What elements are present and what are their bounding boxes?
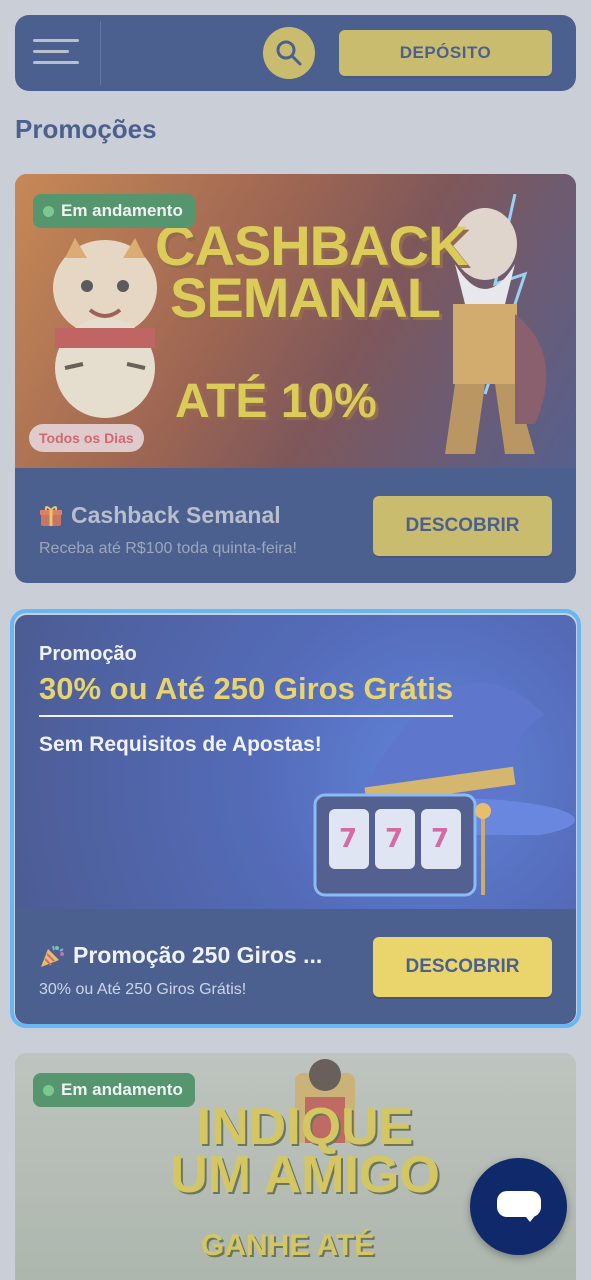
party-popper-icon <box>41 945 64 967</box>
banner-subheading: GANHE ATÉ <box>201 1229 375 1262</box>
banner-highlight: ATÉ 10% <box>175 375 377 428</box>
svg-text:7: 7 <box>339 824 357 854</box>
banner-heading: CASHBACK SEMANAL <box>155 214 468 329</box>
slot-machine-illustration: 7 7 7 <box>313 793 491 897</box>
header-divider <box>100 21 101 85</box>
banner-heading: INDIQUE UM AMIGO <box>170 1098 440 1204</box>
banner-label: Promoção <box>39 643 137 665</box>
promo-card-cashback[interactable]: CASHBACK SEMANAL ATÉ 10% Em andamento To… <box>15 174 576 583</box>
svg-text:7: 7 <box>431 824 449 854</box>
banner-heading: 30% ou Até 250 Giros Grátis <box>39 671 454 717</box>
discover-button[interactable]: DESCOBRIR <box>373 496 552 556</box>
status-badge-label: Em andamento <box>61 201 183 220</box>
promo-title: Promoção 250 Giros ... <box>39 942 322 969</box>
top-navigation-bar: DEPÓSITO <box>15 15 576 91</box>
status-badge-label: Em andamento <box>61 1080 183 1099</box>
tiger-mascot-illustration <box>53 238 157 418</box>
page-title: Promoções <box>15 114 157 144</box>
promo-title-text: Promoção 250 Giros ... <box>73 942 323 968</box>
banner-subheading: Sem Requisitos de Apostas! <box>39 733 322 756</box>
promo-subtitle: Receba até R$100 toda quinta-feira! <box>39 540 297 557</box>
discover-button[interactable]: DESCOBRIR <box>373 937 552 997</box>
chat-bubble-tail <box>522 1212 538 1222</box>
status-dot-icon <box>43 1085 54 1096</box>
status-badge: Em andamento <box>33 1073 195 1107</box>
promo-banner-cashback[interactable]: CASHBACK SEMANAL ATÉ 10% Em andamento To… <box>15 174 576 468</box>
gift-icon <box>40 505 62 526</box>
search-icon <box>276 40 302 66</box>
hamburger-menu-icon[interactable] <box>33 39 81 67</box>
svg-text:7: 7 <box>385 824 403 854</box>
promo-title-text: Cashback Semanal <box>71 502 281 528</box>
promo-title: Cashback Semanal <box>39 502 281 529</box>
status-badge: Em andamento <box>33 194 195 228</box>
promo-card-free-spins[interactable]: 7 7 7 Promoção 30% ou Até 250 Giros Grát… <box>15 615 576 1024</box>
banner-tag: Todos os Dias <box>29 424 144 452</box>
search-button[interactable] <box>263 27 315 79</box>
chat-support-button[interactable] <box>470 1158 567 1255</box>
promo-banner-free-spins[interactable]: 7 7 7 Promoção 30% ou Até 250 Giros Grát… <box>15 615 576 909</box>
status-dot-icon <box>43 206 54 217</box>
promo-subtitle: 30% ou Até 250 Giros Grátis! <box>39 981 247 998</box>
deposit-button[interactable]: DEPÓSITO <box>339 30 552 76</box>
